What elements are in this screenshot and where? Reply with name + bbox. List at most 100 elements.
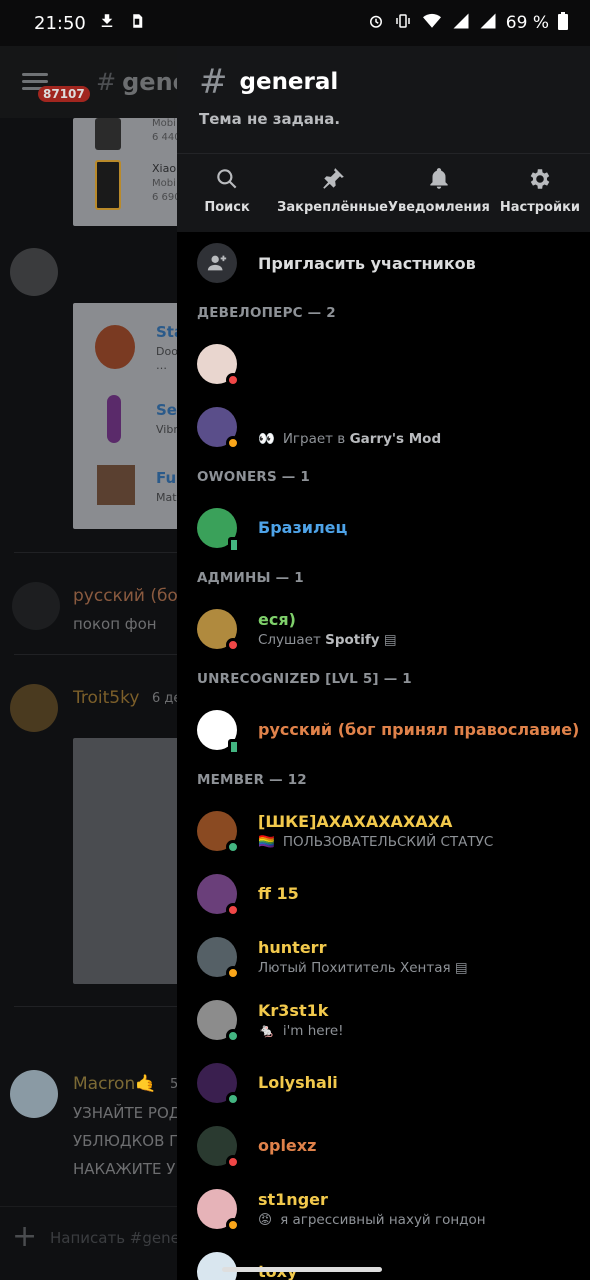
status-online-icon bbox=[226, 1091, 240, 1106]
channel-topic: Тема не задана. bbox=[199, 110, 341, 128]
divider bbox=[14, 1006, 177, 1007]
battery-icon bbox=[558, 11, 568, 35]
channel-drawer: # general Тема не задана. Поиск Закреплё… bbox=[177, 46, 590, 1280]
member-row[interactable]: [ШКЕ]АХАХАХАХАХА 🏳️‍🌈 ПОЛЬЗОВАТЕЛЬСКИЙ СТА… bbox=[177, 799, 590, 862]
member-row[interactable]: hunterr Лютый Похититель Хентая ▤ bbox=[177, 925, 590, 988]
member-section-header: OWONERS — 1 bbox=[197, 469, 310, 485]
member-info: Lolyshali bbox=[258, 1073, 338, 1092]
invite-label: Пригласить участников bbox=[258, 253, 476, 273]
member-section-header: MEMBER — 12 bbox=[197, 772, 307, 788]
pin-icon bbox=[322, 168, 344, 189]
status-idle-icon bbox=[226, 1217, 240, 1232]
member-info: [ШКЕ]АХАХАХАХАХА 🏳️‍🌈 ПОЛЬЗОВАТЕЛЬСКИЙ СТА… bbox=[258, 812, 493, 850]
avatar bbox=[197, 999, 240, 1043]
status-emoji: 🏳️‍🌈 bbox=[258, 833, 275, 850]
message-line: УБЛЮДКОВ П bbox=[73, 1132, 181, 1150]
signal-icon-2 bbox=[479, 12, 497, 35]
search-icon bbox=[217, 169, 237, 189]
search-button[interactable]: Поиск bbox=[177, 154, 277, 232]
member-info: ff 15 bbox=[258, 884, 299, 903]
avatar bbox=[197, 1188, 240, 1232]
status-idle-icon bbox=[226, 435, 240, 450]
gear-icon bbox=[530, 169, 550, 189]
member-info: еся) Слушает Spotify ▤ bbox=[258, 610, 397, 648]
member-info: Kr3st1k 🐁 i'm here! bbox=[258, 1001, 344, 1039]
message-author[interactable]: русский (бог bbox=[73, 586, 187, 606]
hashtag-icon: # bbox=[199, 62, 228, 102]
avatar[interactable] bbox=[10, 684, 58, 732]
activity-name: Garry's Mod bbox=[349, 431, 442, 447]
member-list: ДЕВЕЛОПЕРС — 2 👀 Играет в Garry's Mod OWONE… bbox=[177, 294, 590, 1280]
member-row[interactable]: toxy bbox=[177, 1240, 590, 1280]
member-section-header: UNRECOGNIZED [LVL 5] — 1 bbox=[197, 671, 412, 687]
pinned-label: Закреплённые bbox=[277, 200, 388, 215]
message-line: УЗНАЙТЕ РОД bbox=[73, 1104, 181, 1122]
settings-label: Настройки bbox=[499, 200, 581, 215]
avatar bbox=[197, 810, 240, 854]
battery-level: 69 % bbox=[505, 13, 549, 33]
avatar bbox=[197, 1062, 240, 1106]
member-info: st1nger 😡 я агрессивный нахуй гондон bbox=[258, 1190, 486, 1228]
member-name: Kr3st1k bbox=[258, 1000, 329, 1020]
avatar[interactable] bbox=[12, 582, 60, 630]
divider bbox=[14, 654, 177, 655]
mobile-status-icon bbox=[228, 536, 240, 553]
image-attachment[interactable] bbox=[73, 738, 183, 984]
clock: 21:50 bbox=[34, 12, 86, 34]
member-info: oplexz bbox=[258, 1136, 316, 1155]
pinned-button[interactable]: Закреплённые bbox=[277, 154, 388, 232]
drawer-title: # general bbox=[199, 62, 590, 102]
avatar[interactable] bbox=[10, 248, 58, 296]
message-author[interactable]: Macron🤙 bbox=[73, 1074, 156, 1094]
signal-icon bbox=[452, 12, 470, 35]
member-status: 🐁 i'm here! bbox=[258, 1023, 344, 1039]
member-name: ff 15 bbox=[258, 884, 299, 903]
home-indicator[interactable] bbox=[222, 1267, 382, 1272]
member-row[interactable]: Kr3st1k 🐁 i'm here! bbox=[177, 988, 590, 1051]
member-row[interactable]: oplexz bbox=[177, 1114, 590, 1177]
download-icon bbox=[98, 12, 116, 35]
member-row[interactable]: st1nger 😡 я агрессивный нахуй гондон bbox=[177, 1177, 590, 1240]
notifications-button[interactable]: Уведомления bbox=[388, 154, 490, 232]
status-emoji: 😡 bbox=[258, 1211, 273, 1228]
card-text: … bbox=[156, 359, 167, 372]
member-name: еся) bbox=[258, 609, 296, 629]
member-row[interactable]: 👀 Играет в Garry's Mod bbox=[177, 395, 590, 458]
member-row[interactable] bbox=[177, 332, 590, 395]
status-emoji: 🐁 bbox=[258, 1022, 275, 1039]
member-name: [ШКЕ]АХАХАХАХАХА bbox=[258, 811, 453, 831]
card-text: Mat bbox=[156, 491, 177, 504]
member-row[interactable]: Lolyshali bbox=[177, 1051, 590, 1114]
avatar[interactable] bbox=[10, 1070, 58, 1118]
plus-icon[interactable]: + bbox=[12, 1219, 37, 1254]
status-online-icon bbox=[226, 1028, 240, 1043]
member-section-header: ДЕВЕЛОПЕРС — 2 bbox=[197, 305, 336, 321]
member-row[interactable]: русский (бог принял православие) bbox=[177, 698, 590, 761]
status-text: Лютый Похититель Хентая ▤ bbox=[258, 959, 468, 976]
avatar bbox=[197, 406, 240, 450]
channel-name: general bbox=[239, 69, 339, 95]
status-dnd-icon bbox=[226, 1154, 240, 1169]
card-text: Vibr bbox=[156, 423, 178, 436]
vibrate-icon bbox=[394, 12, 412, 35]
add-user-icon bbox=[197, 243, 237, 283]
member-name: Lolyshali bbox=[258, 1073, 338, 1092]
invite-members-button[interactable]: Пригласить участников bbox=[177, 232, 590, 294]
member-row[interactable]: Бразилец bbox=[177, 496, 590, 559]
avatar bbox=[197, 608, 240, 652]
settings-button[interactable]: Настройки bbox=[490, 154, 590, 232]
product-text: Xiao bbox=[152, 162, 177, 175]
status-idle-icon bbox=[226, 965, 240, 980]
member-status: Слушает Spotify ▤ bbox=[258, 632, 397, 648]
avatar bbox=[197, 1251, 237, 1280]
activity-name: Spotify bbox=[325, 631, 380, 648]
member-row[interactable]: ff 15 bbox=[177, 862, 590, 925]
member-row[interactable]: еся) Слушает Spotify ▤ bbox=[177, 597, 590, 660]
sim-card-icon bbox=[128, 12, 146, 35]
status-text: я агрессивный нахуй гондон bbox=[280, 1211, 486, 1228]
message-author[interactable]: Troit5ky bbox=[73, 688, 139, 708]
status-online-icon bbox=[226, 839, 240, 854]
member-section-header: АДМИНЫ — 1 bbox=[197, 570, 304, 586]
member-info: hunterr Лютый Похититель Хентая ▤ bbox=[258, 938, 468, 976]
member-info: Бразилец bbox=[258, 518, 347, 537]
